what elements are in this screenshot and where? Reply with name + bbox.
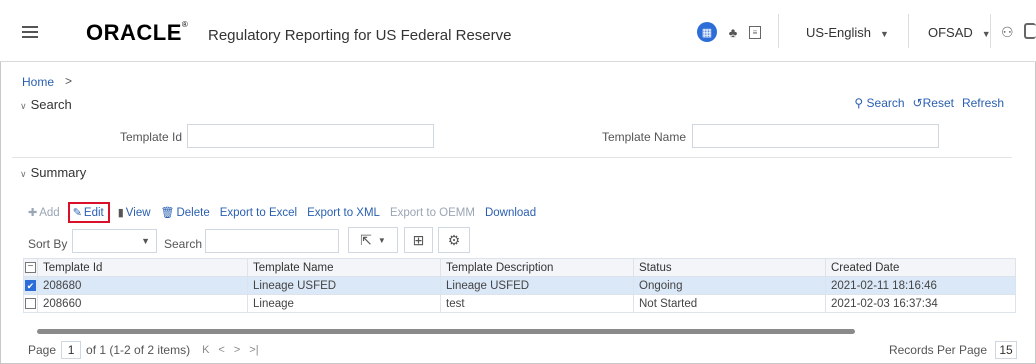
template-description-cell: Lineage USFED <box>440 276 634 295</box>
template-name-cell: Lineage USFED <box>247 276 441 295</box>
template-name-input[interactable] <box>692 124 939 148</box>
reset-button[interactable]: ↺Reset <box>913 96 954 110</box>
header-divider <box>990 14 991 48</box>
page-label: Page <box>28 343 57 357</box>
summary-section-toggle[interactable]: ∨ Summary <box>20 165 86 180</box>
share-icon: ⇱ <box>360 231 372 248</box>
templates-table: − Template Id Template Name Template Des… <box>23 258 1016 313</box>
first-page-icon[interactable]: K <box>202 344 209 356</box>
template-description-cell: test <box>440 294 634 313</box>
table-row[interactable]: ✔ 208680 Lineage USFED Lineage USFED Ong… <box>23 276 1016 295</box>
chevron-down-icon: ▼ <box>141 236 150 246</box>
app-title: Regulatory Reporting for US Federal Rese… <box>208 27 512 44</box>
column-header[interactable]: Template Name <box>247 258 441 277</box>
search-button[interactable]: ⚲ Search <box>854 96 904 110</box>
user-icon[interactable]: ♣ <box>726 22 740 42</box>
select-all-checkbox[interactable]: − <box>25 261 36 273</box>
row-select-cell[interactable] <box>23 294 38 313</box>
header-divider <box>908 14 909 48</box>
template-id-cell: 208660 <box>37 294 248 313</box>
delete-button[interactable]: 🗑 Delete <box>160 206 210 220</box>
edit-icon: ✎ <box>72 207 82 219</box>
logout-icon[interactable] <box>1024 23 1036 39</box>
row-checkbox[interactable] <box>25 297 36 309</box>
breadcrumb-home[interactable]: Home <box>22 75 54 89</box>
user-menu[interactable]: OFSAD ▼ <box>928 25 991 40</box>
row-checkbox[interactable]: ✔ <box>25 279 36 291</box>
export-menu-button[interactable]: ⇱ ▼ <box>348 227 398 253</box>
app-header: ORACLE® Regulatory Reporting for US Fede… <box>0 0 1036 62</box>
view-icon: ▮ <box>117 207 124 219</box>
view-button[interactable]: ▮ View <box>117 206 151 220</box>
download-button[interactable]: Download <box>485 207 536 219</box>
menu-icon[interactable] <box>22 26 38 38</box>
page-info: of 1 (1-2 of 2 items) <box>86 343 191 357</box>
records-per-page: Records Per Page 15 <box>889 341 1022 359</box>
template-id-input[interactable] <box>187 124 434 148</box>
horizontal-scrollbar[interactable] <box>37 329 855 334</box>
table-search-input[interactable] <box>205 229 339 253</box>
people-icon[interactable]: ⚇ <box>1001 24 1014 41</box>
chevron-down-icon: ▼ <box>377 235 386 245</box>
table-header-row: − Template Id Template Name Template Des… <box>23 258 1016 277</box>
notes-icon[interactable]: ≡ <box>748 22 762 42</box>
language-select[interactable]: US-English ▼ <box>806 25 889 40</box>
column-header[interactable]: Status <box>633 258 826 277</box>
sort-by-select[interactable]: ▼ <box>72 229 157 253</box>
table-search-label: Search <box>164 237 203 251</box>
last-page-icon[interactable]: >| <box>249 344 258 356</box>
columns-icon: ⊞ <box>412 231 425 248</box>
column-header[interactable]: Template Id <box>37 258 248 277</box>
created-date-cell: 2021-02-11 18:16:46 <box>825 276 1016 295</box>
breadcrumb-separator: > <box>65 74 73 88</box>
status-cell: Ongoing <box>633 276 826 295</box>
prev-page-icon[interactable]: < <box>218 344 224 356</box>
header-divider <box>778 14 779 48</box>
search-actions: ⚲ Search ↺Reset Refresh <box>854 96 1004 110</box>
records-per-page-label: Records Per Page <box>888 343 987 357</box>
row-select-cell[interactable]: ✔ <box>23 276 38 295</box>
refresh-table-button[interactable]: ⚙ <box>438 227 470 253</box>
export-xml-button[interactable]: Export to XML <box>307 207 380 219</box>
select-all-cell[interactable]: − <box>23 258 38 277</box>
search-section-toggle[interactable]: ∨ Search <box>20 97 72 112</box>
gear-refresh-icon: ⚙ <box>447 231 461 248</box>
add-button[interactable]: ✚ Add <box>28 206 60 220</box>
export-excel-button[interactable]: Export to Excel <box>220 207 297 219</box>
section-divider <box>12 157 1012 158</box>
summary-toolbar: ✚ Add ✎ Edit ▮ View 🗑 Delete Export to Excel… <box>28 202 546 223</box>
created-date-cell: 2021-02-03 16:37:34 <box>825 294 1016 313</box>
chevron-down-icon: ∨ <box>20 169 27 179</box>
export-oemm-button[interactable]: Export to OEMM <box>390 207 475 219</box>
plus-icon: ✚ <box>28 207 38 219</box>
oracle-logo: ORACLE® <box>86 20 189 45</box>
column-header[interactable]: Template Description <box>440 258 634 277</box>
column-settings-button[interactable]: ⊞ <box>404 227 433 253</box>
template-name-label: Template Name <box>601 130 686 144</box>
records-per-page-input[interactable]: 15 <box>995 341 1017 359</box>
pagination: Page 1 of 1 (1-2 of 2 items) K < > >| <box>28 341 259 359</box>
template-id-cell: 208680 <box>37 276 248 295</box>
column-header[interactable]: Created Date <box>825 258 1016 277</box>
page-number-input[interactable]: 1 <box>61 341 82 359</box>
sort-by-label: Sort By <box>28 237 68 251</box>
next-page-icon[interactable]: > <box>234 344 240 356</box>
template-name-cell: Lineage <box>247 294 441 313</box>
refresh-button[interactable]: Refresh <box>962 96 1004 110</box>
template-id-label: Template Id <box>119 130 182 144</box>
chevron-down-icon: ▼ <box>880 29 889 39</box>
table-row[interactable]: 208660 Lineage test Not Started 2021-02-… <box>23 294 1016 313</box>
chevron-down-icon: ∨ <box>20 101 27 111</box>
status-cell: Not Started <box>633 294 826 313</box>
trash-icon: 🗑 <box>160 207 175 219</box>
apps-grid-icon[interactable]: ▦ <box>697 22 717 42</box>
edit-button[interactable]: ✎ Edit <box>67 202 110 223</box>
